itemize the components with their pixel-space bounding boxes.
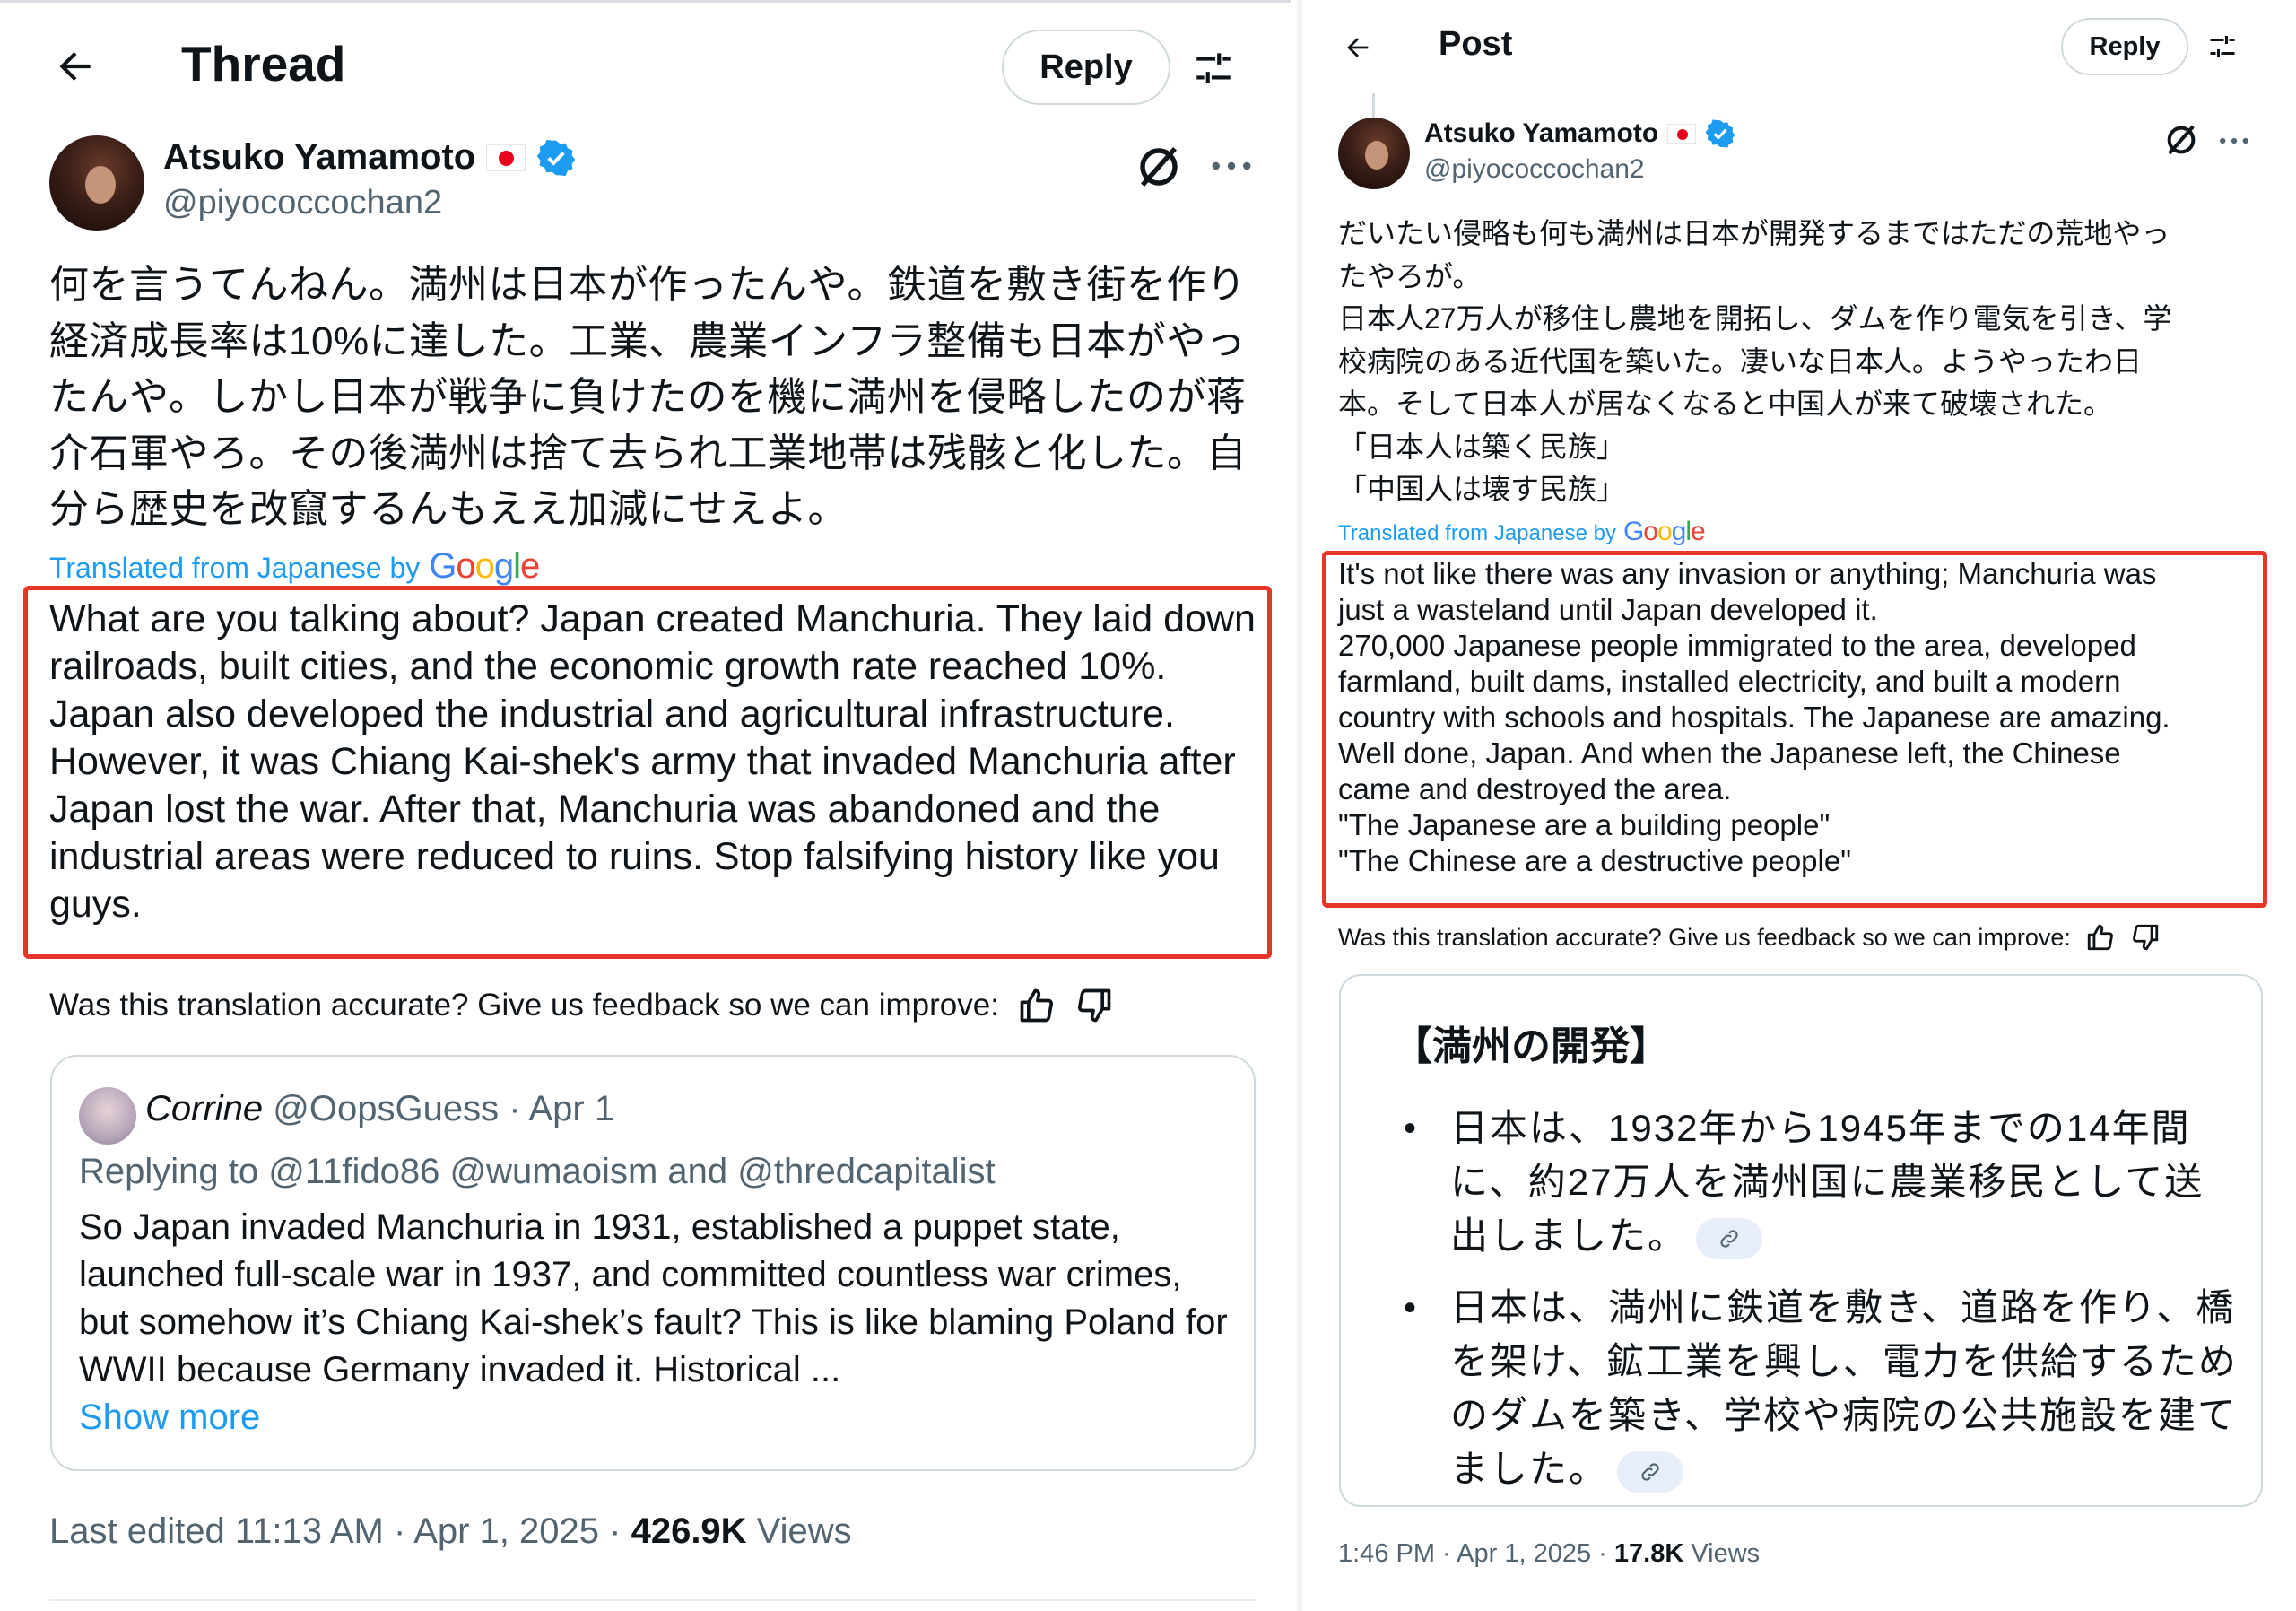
text-line: だいたい侵略も何も満州は日本が開発するまではただの荒地やっ (1338, 217, 2170, 249)
and-label: and (667, 1152, 728, 1191)
divider (49, 1599, 1256, 1601)
post-timestamp[interactable]: 1:46 PM · Apr 1, 2025 · (1338, 1539, 1607, 1568)
settings-sliders-icon[interactable] (1191, 46, 1236, 91)
text-line: country with schools and hospitals. The … (1338, 701, 2170, 734)
reply-button[interactable]: Reply (2061, 18, 2188, 75)
views-label: Views (756, 1511, 852, 1551)
post-timestamp[interactable]: Last edited 11:13 AM · Apr 1, 2025 · (49, 1511, 621, 1551)
grok-icon[interactable] (2163, 122, 2199, 158)
quoted-reply-text: So Japan invaded Manchuria in 1931, esta… (79, 1207, 1228, 1389)
avatar[interactable] (49, 135, 144, 231)
more-icon[interactable] (2219, 127, 2249, 154)
image-card[interactable]: 【満州の開発】 日本は、1932年から1945年までの14年間に、約27万人を満… (1339, 974, 2263, 1507)
text-line: just a wasteland until Japan developed i… (1338, 593, 1878, 626)
quoted-reply-header: Corrine @OopsGuess · Apr 1 (145, 1089, 614, 1129)
thumbs-up-icon[interactable] (2085, 922, 2116, 953)
text-line: Well done, Japan. And when the Japanese … (1338, 736, 2121, 770)
post-meta: 1:46 PM · Apr 1, 2025 · 17.8K Views (1338, 1539, 1760, 1569)
translation-attribution: Translated from Japanese by Google (1338, 517, 1706, 547)
quoted-reply-card[interactable]: Corrine @OopsGuess · Apr 1 Replying to @… (50, 1055, 1256, 1471)
mention-link[interactable]: @11fido86 (268, 1152, 439, 1191)
author-name-text: Atsuko Yamamoto (1424, 118, 1659, 148)
replying-to: Replying to @11fido86 @wumaoism and @thr… (79, 1152, 996, 1192)
translation-feedback: Was this translation accurate? Give us f… (49, 986, 1114, 1025)
post-panel: Post Reply Atsuko Yamamoto @piyococcocha… (1308, 0, 2296, 1611)
thumbs-up-icon[interactable] (1017, 986, 1057, 1025)
list-item: 日本は、1932年から1945年までの14年間に、約27万人を満州国に農業移民と… (1396, 1102, 2239, 1263)
text-line: "The Chinese are a destructive people" (1338, 844, 1851, 877)
back-arrow-icon[interactable] (1340, 32, 1376, 63)
author-handle[interactable]: @piyococcochan2 (163, 184, 442, 222)
verified-badge-icon (1705, 119, 1735, 148)
text-line: たやろが。 (1338, 259, 1482, 292)
link-icon (1641, 1463, 1659, 1481)
verified-badge-icon (536, 139, 576, 176)
panel-divider (1297, 0, 1302, 1611)
card-title: 【満州の開発】 (1393, 1024, 1669, 1068)
views-count: 426.9K (631, 1511, 747, 1551)
list-item-text: 日本は、満州に鉄道を敷き、道路を作り、橋を架け、鉱工業を興し、電力を供給するため… (1450, 1286, 2238, 1490)
thumbs-down-icon[interactable] (1074, 986, 1114, 1025)
replying-to-label: Replying to (79, 1152, 259, 1191)
card-bullet-list: 日本は、1932年から1945年までの14年間に、約27万人を満州国に農業移民と… (1396, 1102, 2239, 1514)
more-icon[interactable] (1211, 148, 1252, 184)
list-item: 日本は、満州に鉄道を敷き、道路を作り、橋を架け、鉱工業を興し、電力を供給するため… (1396, 1281, 2239, 1496)
post-text-english: It's not like there was any invasion or … (1338, 556, 2253, 879)
author-handle[interactable]: @piyococcochan2 (1424, 154, 1645, 185)
reply-button[interactable]: Reply (1002, 30, 1170, 105)
mention-link[interactable]: @wumaoism (450, 1152, 658, 1191)
japan-flag-icon (486, 144, 526, 171)
post-text-japanese: 何を言うてんねん。満州は日本が作ったんや。鉄道を敷き街を作り経済成長率は10%に… (49, 263, 1247, 531)
post-meta: Last edited 11:13 AM · Apr 1, 2025 · 426… (49, 1511, 852, 1552)
text-line: 日本人27万人が移住し農地を開拓し、ダムを作り電気を引き、学 (1338, 302, 2172, 335)
feedback-label: Was this translation accurate? Give us f… (1338, 923, 2071, 951)
views-label: Views (1691, 1539, 1761, 1568)
avatar[interactable] (1338, 118, 1410, 189)
author-name[interactable]: Atsuko Yamamoto (1424, 118, 1735, 149)
japan-flag-icon (1667, 124, 1697, 144)
text-line: "The Japanese are a building people" (1338, 808, 1831, 841)
text-line: farmland, built dams, installed electric… (1338, 665, 2121, 698)
views-count: 17.8K (1613, 1539, 1684, 1568)
author-name[interactable]: Atsuko Yamamoto (163, 137, 576, 178)
thread-header: Thread Reply (0, 3, 1292, 128)
link-chip[interactable] (1617, 1450, 1684, 1493)
translation-feedback: Was this translation accurate? Give us f… (1338, 922, 2161, 953)
quoted-author-handle[interactable]: @OopsGuess (273, 1089, 499, 1128)
mention-link[interactable]: @thredcapitalist (737, 1152, 995, 1191)
text-line: 校病院のある近代国を築いた。凄いな日本人。ようやったわ日 (1338, 344, 2143, 378)
translation-label: Translated from Japanese by (1338, 521, 1616, 545)
post-text-japanese: だいたい侵略も何も満州は日本が開発するまではただの荒地やっ たやろが。 日本人2… (1338, 213, 2253, 511)
text-line: 「日本人は築く民族」 (1338, 430, 1626, 463)
text-line: 270,000 Japanese people immigrated to th… (1338, 629, 2136, 662)
page-title: Thread (181, 36, 346, 91)
thumbs-down-icon[interactable] (2130, 922, 2161, 953)
post-text-english: What are you talking about? Japan create… (49, 597, 1256, 926)
thread-connector-line (1372, 93, 1375, 118)
text-line: 本。そして日本人が居なくなると中国人が来て破壊された。 (1338, 388, 2113, 420)
settings-sliders-icon[interactable] (2206, 30, 2239, 63)
google-logo: Google (1622, 517, 1706, 546)
text-line: 「中国人は壊す民族」 (1338, 473, 1626, 505)
google-logo: Google (429, 546, 540, 586)
list-item-text: 日本は、1932年から1945年までの14年間に、約27万人を満州国に農業移民と… (1450, 1107, 2205, 1257)
thread-panel: Thread Reply Atsuko Yamamoto @piyococcoc… (0, 0, 1292, 1611)
translation-attribution: Translated from Japanese by Google (49, 546, 540, 587)
feedback-label: Was this translation accurate? Give us f… (49, 988, 999, 1023)
separator: · (509, 1089, 521, 1128)
back-arrow-icon[interactable] (48, 44, 102, 89)
show-more-link[interactable]: Show more (79, 1398, 260, 1438)
avatar[interactable] (79, 1087, 136, 1145)
text-line: It's not like there was any invasion or … (1338, 557, 2157, 590)
text-line: came and destroyed the area. (1338, 772, 1732, 806)
author-name-text: Atsuko Yamamoto (163, 137, 476, 177)
link-chip[interactable] (1696, 1217, 1763, 1259)
page-title: Post (1439, 25, 1513, 63)
link-icon (1720, 1230, 1738, 1248)
grok-icon[interactable] (1135, 143, 1183, 191)
quoted-date: Apr 1 (528, 1089, 615, 1128)
quoted-author-name[interactable]: Corrine (145, 1089, 263, 1128)
translation-label: Translated from Japanese by (49, 552, 421, 584)
